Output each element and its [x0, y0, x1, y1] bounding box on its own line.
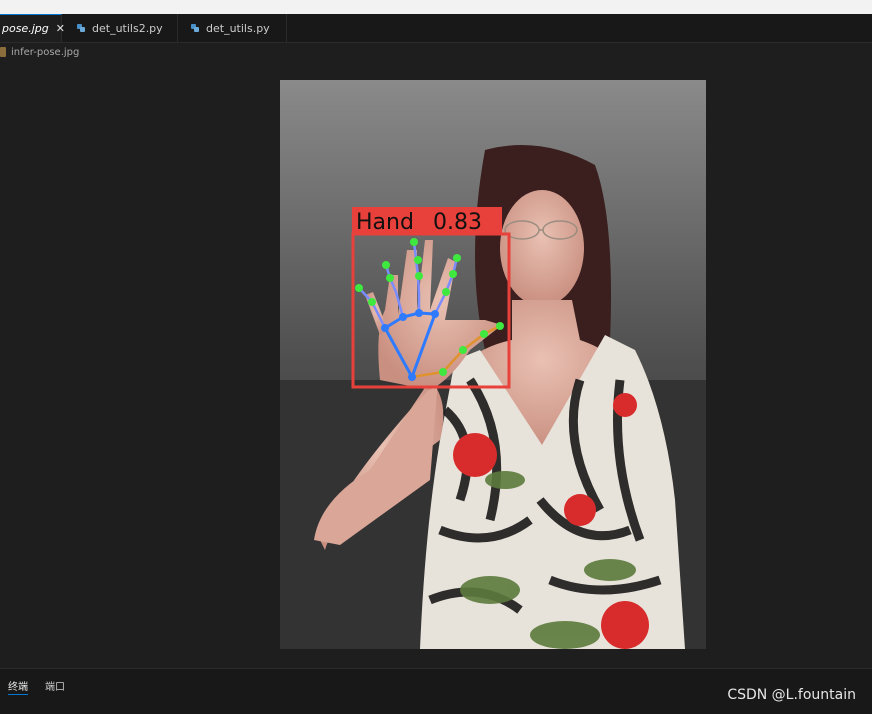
python-file-icon [191, 24, 199, 32]
python-file-icon [77, 24, 85, 32]
image-file-icon [0, 47, 6, 57]
breadcrumb: infer-pose.jpg [0, 43, 79, 61]
tab-det-utils2[interactable]: det_utils2.py [62, 14, 178, 42]
tab-det-utils[interactable]: det_utils.py [178, 14, 287, 42]
detection-label: Hand [356, 210, 414, 235]
image-preview: Hand 0.83 [280, 80, 706, 649]
detection-score: 0.83 [433, 210, 482, 235]
window-top-strip [0, 0, 872, 14]
editor-tab-bar: pose.jpg ✕ det_utils2.py det_utils.py [0, 14, 872, 43]
panel-tab-terminal[interactable]: 终端 [8, 678, 28, 695]
pose-inference-image: Hand 0.83 [280, 80, 706, 649]
tab-label: pose.jpg [2, 22, 49, 35]
tab-label: det_utils2.py [92, 21, 163, 35]
tab-pose-jpg[interactable]: pose.jpg ✕ [0, 14, 65, 42]
panel-tab-ports[interactable]: 端口 [45, 678, 65, 693]
tab-label: det_utils.py [206, 21, 270, 35]
watermark: CSDN @L.fountain [727, 687, 856, 703]
breadcrumb-file[interactable]: infer-pose.jpg [11, 47, 79, 58]
